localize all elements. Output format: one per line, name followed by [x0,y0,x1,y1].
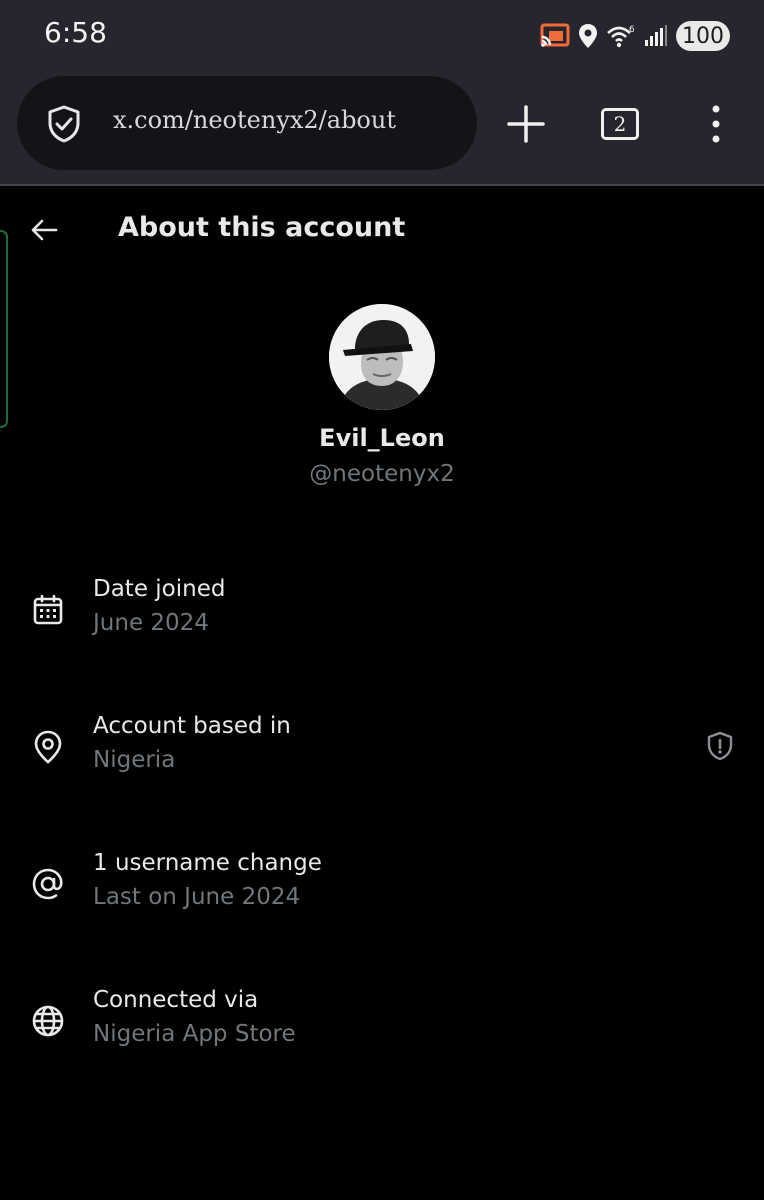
svg-text:6: 6 [629,25,635,35]
row-value: Nigeria App Store [93,1021,296,1047]
more-vertical-icon [712,105,720,143]
site-security-icon[interactable] [45,104,83,148]
info-row-date-joined: Date joined June 2024 [0,576,764,676]
location-icon [578,23,598,49]
calendar-icon [28,590,68,630]
display-name: Evil_Leon [319,424,445,452]
tab-switcher-button[interactable]: 2 [598,104,642,144]
page-title: About this account [118,212,406,243]
tab-count-badge: 2 [601,108,639,140]
info-row-account-based-in: Account based in Nigeria [0,713,764,813]
user-handle: @neotenyx2 [309,461,455,487]
plus-icon [507,105,545,143]
row-label: Account based in [93,713,291,739]
browser-toolbar: x.com/neotenyx2/about 2 [0,70,764,186]
new-tab-button[interactable] [500,98,552,150]
status-bar: 6:58 6 100 [0,0,764,70]
row-label: Connected via [93,987,259,1013]
globe-icon [28,1001,68,1041]
info-row-username-change: 1 username change Last on June 2024 [0,850,764,950]
at-sign-icon [28,864,68,904]
browser-menu-button[interactable] [696,98,736,150]
battery-indicator: 100 [676,21,730,51]
cast-icon [540,23,570,49]
row-value: Last on June 2024 [93,884,301,910]
address-bar[interactable]: x.com/neotenyx2/about [17,76,477,170]
avatar[interactable] [329,304,435,410]
row-value: June 2024 [93,610,209,636]
url-text[interactable]: x.com/neotenyx2/about [113,106,396,134]
status-time: 6:58 [44,16,107,49]
back-button[interactable] [22,210,66,250]
wifi-6-icon: 6 [606,23,636,49]
status-icons: 6 100 [540,18,730,54]
row-value: Nigeria [93,747,176,773]
info-row-connected-via: Connected via Nigeria App Store [0,987,764,1087]
row-label: Date joined [93,576,226,602]
shield-alert-icon[interactable] [704,729,736,763]
location-pin-icon [28,727,68,767]
arrow-left-icon [31,219,58,241]
page-header: About this account [0,188,764,272]
row-label: 1 username change [93,850,322,876]
signal-icon [644,25,668,47]
